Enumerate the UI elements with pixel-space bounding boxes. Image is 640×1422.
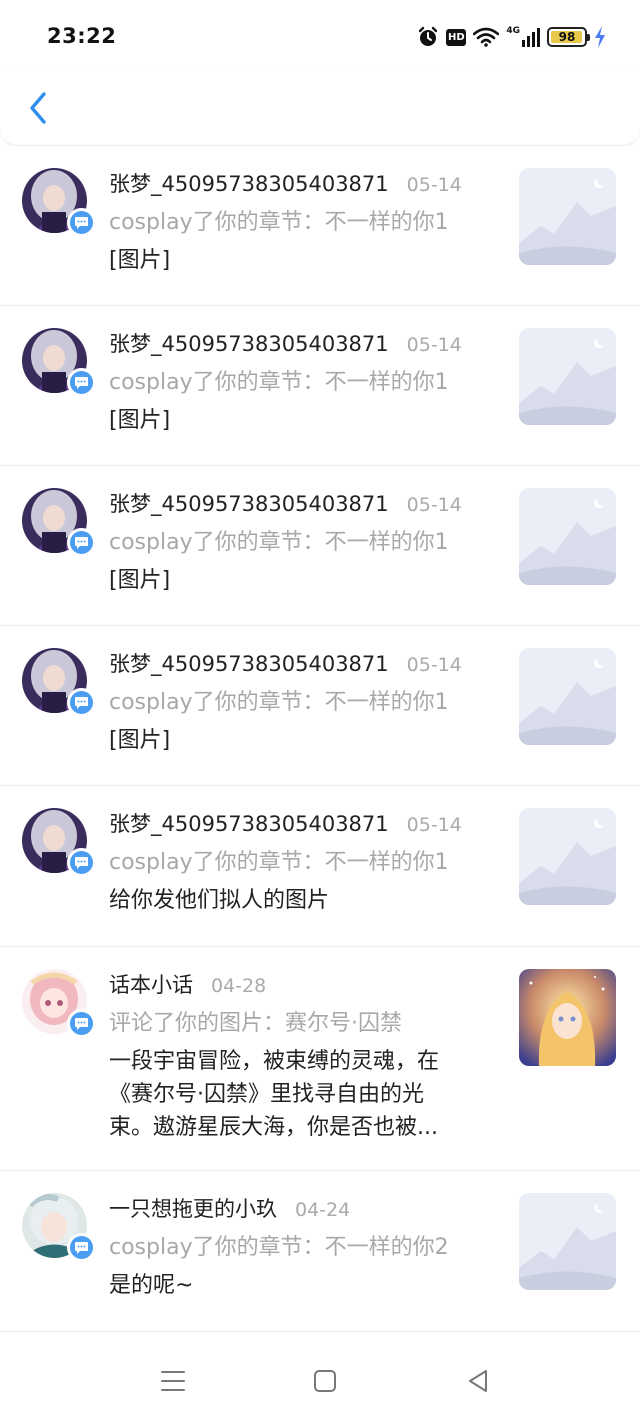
home-button[interactable] bbox=[310, 1368, 340, 1398]
user-name[interactable]: 话本小话 bbox=[109, 969, 193, 999]
battery-indicator: 98 bbox=[547, 27, 590, 47]
top-nav-bar bbox=[0, 72, 640, 146]
notification-date: 05-14 bbox=[406, 494, 462, 516]
notification-item[interactable]: 张梦_45095738305403871 05-14 cosplay了你的章节：… bbox=[0, 466, 640, 626]
image-placeholder-thumbnail[interactable] bbox=[519, 808, 616, 905]
notification-summary: cosplay了你的章节：不一样的你1 bbox=[109, 370, 449, 394]
back-triangle-icon bbox=[466, 1369, 490, 1397]
notification-content: 话本小话 04-28 评论了你的图片：赛尔号·囚禁 一段宇宙冒险，被束缚的灵魂，… bbox=[109, 969, 499, 1144]
user-name[interactable]: 张梦_45095738305403871 bbox=[109, 168, 389, 198]
chevron-left-icon bbox=[27, 91, 49, 129]
notification-item[interactable]: 张梦_45095738305403871 05-14 cosplay了你的章节：… bbox=[0, 306, 640, 466]
notification-content: 张梦_45095738305403871 05-14 cosplay了你的章节：… bbox=[109, 648, 499, 757]
notification-list: 张梦_45095738305403871 05-14 cosplay了你的章节：… bbox=[0, 146, 640, 1332]
avatar-wrap bbox=[22, 1193, 96, 1267]
notification-content: 张梦_45095738305403871 05-14 cosplay了你的章节：… bbox=[109, 328, 499, 437]
menu-button[interactable] bbox=[158, 1368, 188, 1398]
notification-message: 是的呢~ bbox=[109, 1273, 194, 1298]
comment-badge-icon bbox=[67, 848, 96, 877]
notification-message: 给你发他们拟人的图片 bbox=[109, 888, 330, 913]
comment-badge-icon bbox=[67, 528, 96, 557]
battery-level-text: 98 bbox=[558, 30, 576, 44]
notification-content: 张梦_45095738305403871 05-14 cosplay了你的章节：… bbox=[109, 808, 499, 917]
name-line: 话本小话 04-28 bbox=[109, 969, 499, 999]
menu-icon bbox=[160, 1369, 186, 1397]
avatar-wrap bbox=[22, 969, 96, 1043]
notification-summary: cosplay了你的章节：不一样的你1 bbox=[109, 530, 449, 554]
comment-badge-icon bbox=[67, 208, 96, 237]
notification-date: 04-28 bbox=[211, 975, 267, 997]
notification-summary: cosplay了你的章节：不一样的你1 bbox=[109, 690, 449, 714]
image-placeholder-thumbnail[interactable] bbox=[519, 488, 616, 585]
alarm-icon bbox=[417, 26, 439, 48]
avatar-wrap bbox=[22, 168, 96, 242]
image-placeholder-thumbnail[interactable] bbox=[519, 168, 616, 265]
notification-content: 一只想拖更的小玖 04-24 cosplay了你的章节：不一样的你2 是的呢~ bbox=[109, 1193, 499, 1302]
notification-content: 张梦_45095738305403871 05-14 cosplay了你的章节：… bbox=[109, 488, 499, 597]
notification-date: 05-14 bbox=[406, 654, 462, 676]
comment-badge-icon bbox=[67, 688, 96, 717]
network-type-label: 4G bbox=[506, 26, 520, 36]
status-time: 23:22 bbox=[47, 24, 117, 48]
hd-badge: HD bbox=[446, 28, 467, 46]
name-line: 张梦_45095738305403871 05-14 bbox=[109, 648, 499, 678]
notification-item[interactable]: 话本小话 04-28 评论了你的图片：赛尔号·囚禁 一段宇宙冒险，被束缚的灵魂，… bbox=[0, 947, 640, 1171]
avatar-wrap bbox=[22, 328, 96, 402]
notification-content: 张梦_45095738305403871 05-14 cosplay了你的章节：… bbox=[109, 168, 499, 277]
cellular-signal-icon: 4G bbox=[506, 27, 540, 47]
name-line: 一只想拖更的小玖 04-24 bbox=[109, 1193, 499, 1223]
comment-badge-icon bbox=[67, 368, 96, 397]
home-square-icon bbox=[313, 1369, 337, 1397]
notification-summary: cosplay了你的章节：不一样的你2 bbox=[109, 1235, 449, 1259]
image-placeholder-thumbnail[interactable] bbox=[519, 328, 616, 425]
system-navigation-bar bbox=[0, 1332, 640, 1422]
user-name[interactable]: 张梦_45095738305403871 bbox=[109, 648, 389, 678]
status-icons: HD 4G 98 bbox=[417, 24, 606, 50]
user-name[interactable]: 张梦_45095738305403871 bbox=[109, 328, 389, 358]
notification-date: 05-14 bbox=[406, 814, 462, 836]
notification-message: [图片] bbox=[109, 408, 171, 433]
comment-badge-icon bbox=[67, 1009, 96, 1038]
back-button[interactable] bbox=[18, 90, 58, 130]
battery-cap bbox=[587, 34, 590, 41]
notification-item[interactable]: 一只想拖更的小玖 04-24 cosplay了你的章节：不一样的你2 是的呢~ bbox=[0, 1171, 640, 1332]
notification-message: [图片] bbox=[109, 568, 171, 593]
notification-item[interactable]: 张梦_45095738305403871 05-14 cosplay了你的章节：… bbox=[0, 786, 640, 947]
notification-summary: 评论了你的图片：赛尔号·囚禁 bbox=[109, 1011, 402, 1035]
notification-summary: cosplay了你的章节：不一样的你1 bbox=[109, 850, 449, 874]
system-back-button[interactable] bbox=[463, 1368, 493, 1398]
user-name[interactable]: 张梦_45095738305403871 bbox=[109, 488, 389, 518]
avatar-wrap bbox=[22, 808, 96, 882]
notification-item[interactable]: 张梦_45095738305403871 05-14 cosplay了你的章节：… bbox=[0, 626, 640, 786]
charging-bolt-icon bbox=[594, 26, 606, 48]
notification-date: 05-14 bbox=[406, 334, 462, 356]
wifi-icon bbox=[473, 27, 500, 47]
name-line: 张梦_45095738305403871 05-14 bbox=[109, 488, 499, 518]
notification-date: 04-24 bbox=[295, 1199, 351, 1221]
name-line: 张梦_45095738305403871 05-14 bbox=[109, 808, 499, 838]
avatar-wrap bbox=[22, 488, 96, 562]
avatar-wrap bbox=[22, 648, 96, 722]
status-bar: 23:22 HD 4G 98 bbox=[0, 0, 640, 72]
notification-summary: cosplay了你的章节：不一样的你1 bbox=[109, 210, 449, 234]
notification-item[interactable]: 张梦_45095738305403871 05-14 cosplay了你的章节：… bbox=[0, 146, 640, 306]
user-name[interactable]: 张梦_45095738305403871 bbox=[109, 808, 389, 838]
image-thumbnail[interactable] bbox=[519, 969, 616, 1066]
image-placeholder-thumbnail[interactable] bbox=[519, 648, 616, 745]
name-line: 张梦_45095738305403871 05-14 bbox=[109, 168, 499, 198]
name-line: 张梦_45095738305403871 05-14 bbox=[109, 328, 499, 358]
notification-date: 05-14 bbox=[406, 174, 462, 196]
notification-message: [图片] bbox=[109, 728, 171, 753]
image-placeholder-thumbnail[interactable] bbox=[519, 1193, 616, 1290]
user-name[interactable]: 一只想拖更的小玖 bbox=[109, 1193, 277, 1223]
comment-badge-icon bbox=[67, 1233, 96, 1262]
notification-message: 一段宇宙冒险，被束缚的灵魂，在 《赛尔号·囚禁》里找寻自由的光 束。遨游星辰大海… bbox=[109, 1049, 440, 1140]
notification-message: [图片] bbox=[109, 248, 171, 273]
